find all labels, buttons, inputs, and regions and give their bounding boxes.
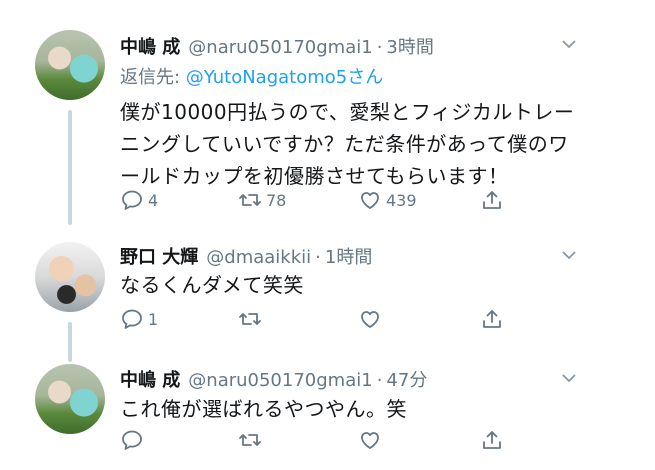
- chevron-down-icon[interactable]: [561, 370, 577, 386]
- user-handle[interactable]: @naru050170gmai1: [188, 37, 372, 58]
- tweet-actions: 4 78 439: [120, 188, 520, 216]
- like-button[interactable]: 439: [358, 188, 417, 212]
- timestamp[interactable]: 1時間: [325, 243, 372, 269]
- retweet-icon: [239, 313, 261, 325]
- tweet-text-line: 僕が10000円払うので、愛梨とフィジカルトレー: [120, 100, 575, 124]
- retweet-count: 78: [266, 190, 287, 210]
- share-icon: [483, 191, 501, 209]
- separator-dot: ·: [376, 370, 383, 391]
- tweet-actions: [120, 428, 520, 456]
- reply-count: 1: [148, 309, 159, 329]
- timestamp[interactable]: 47分: [386, 366, 427, 392]
- tweet-text-line: これ俺が選ばれるやつやん。笑: [120, 397, 407, 421]
- reply-count: 4: [148, 190, 159, 210]
- separator-dot: ·: [315, 247, 321, 268]
- reply-icon: [122, 430, 142, 450]
- reply-to-prefix: 返信先:: [120, 67, 186, 88]
- thread-line: [68, 110, 72, 225]
- avatar[interactable]: [35, 30, 105, 100]
- share-button[interactable]: [480, 307, 504, 331]
- retweet-button[interactable]: 78: [238, 188, 286, 212]
- like-count: 439: [386, 190, 417, 210]
- share-icon: [483, 431, 501, 449]
- tweet-text-line: ニングしていいですか？ただ条件があって僕のワ: [120, 132, 569, 156]
- avatar[interactable]: [35, 364, 105, 434]
- like-button[interactable]: [358, 428, 386, 452]
- reply-icon: [122, 190, 142, 210]
- reply-button[interactable]: [120, 428, 148, 452]
- like-icon: [361, 432, 379, 449]
- tweet-header: 中嶋 成 @naru050170gmai1 · 47分: [120, 366, 427, 392]
- tweet-text-line: なるくんダメて笑笑: [120, 273, 304, 297]
- share-button[interactable]: [480, 188, 504, 212]
- tweet-header: 野口 大輝 @dmaaikkii · 1時間: [120, 243, 372, 269]
- reply-button[interactable]: 1: [120, 307, 158, 331]
- tweet-header: 中嶋 成 @naru050170gmai1 · 3時間: [120, 33, 434, 59]
- user-handle[interactable]: @naru050170gmai1: [188, 370, 372, 391]
- separator-dot: ·: [376, 37, 383, 58]
- reply-button[interactable]: 4: [120, 188, 158, 212]
- share-button[interactable]: [480, 428, 504, 452]
- avatar[interactable]: [35, 242, 105, 312]
- display-name[interactable]: 中嶋 成: [120, 33, 180, 59]
- like-icon: [361, 311, 379, 328]
- display-name[interactable]: 野口 大輝: [120, 243, 198, 269]
- reply-icon: [122, 309, 142, 329]
- tweet-actions: 1: [120, 307, 520, 335]
- share-icon: [483, 310, 501, 328]
- reply-to: 返信先: @YutoNagatomo5さん: [120, 63, 383, 89]
- retweet-button[interactable]: [238, 307, 266, 331]
- tweet-text: 僕が10000円払うので、愛梨とフィジカルトレー ニングしていいですか？ただ条件…: [120, 96, 640, 192]
- chevron-down-icon[interactable]: [561, 36, 577, 52]
- tweet-text: これ俺が選ばれるやつやん。笑: [120, 393, 640, 425]
- like-icon: [361, 192, 379, 209]
- user-handle[interactable]: @dmaaikkii: [206, 247, 311, 268]
- retweet-icon: [239, 194, 261, 206]
- retweet-button[interactable]: [238, 428, 266, 452]
- chevron-down-icon[interactable]: [561, 247, 577, 263]
- retweet-icon: [239, 434, 261, 446]
- like-button[interactable]: [358, 307, 386, 331]
- display-name[interactable]: 中嶋 成: [120, 366, 180, 392]
- tweet-text: なるくんダメて笑笑: [120, 269, 640, 301]
- reply-to-link[interactable]: @YutoNagatomo5さん: [186, 67, 383, 88]
- thread-line: [68, 322, 72, 362]
- timestamp[interactable]: 3時間: [386, 33, 433, 59]
